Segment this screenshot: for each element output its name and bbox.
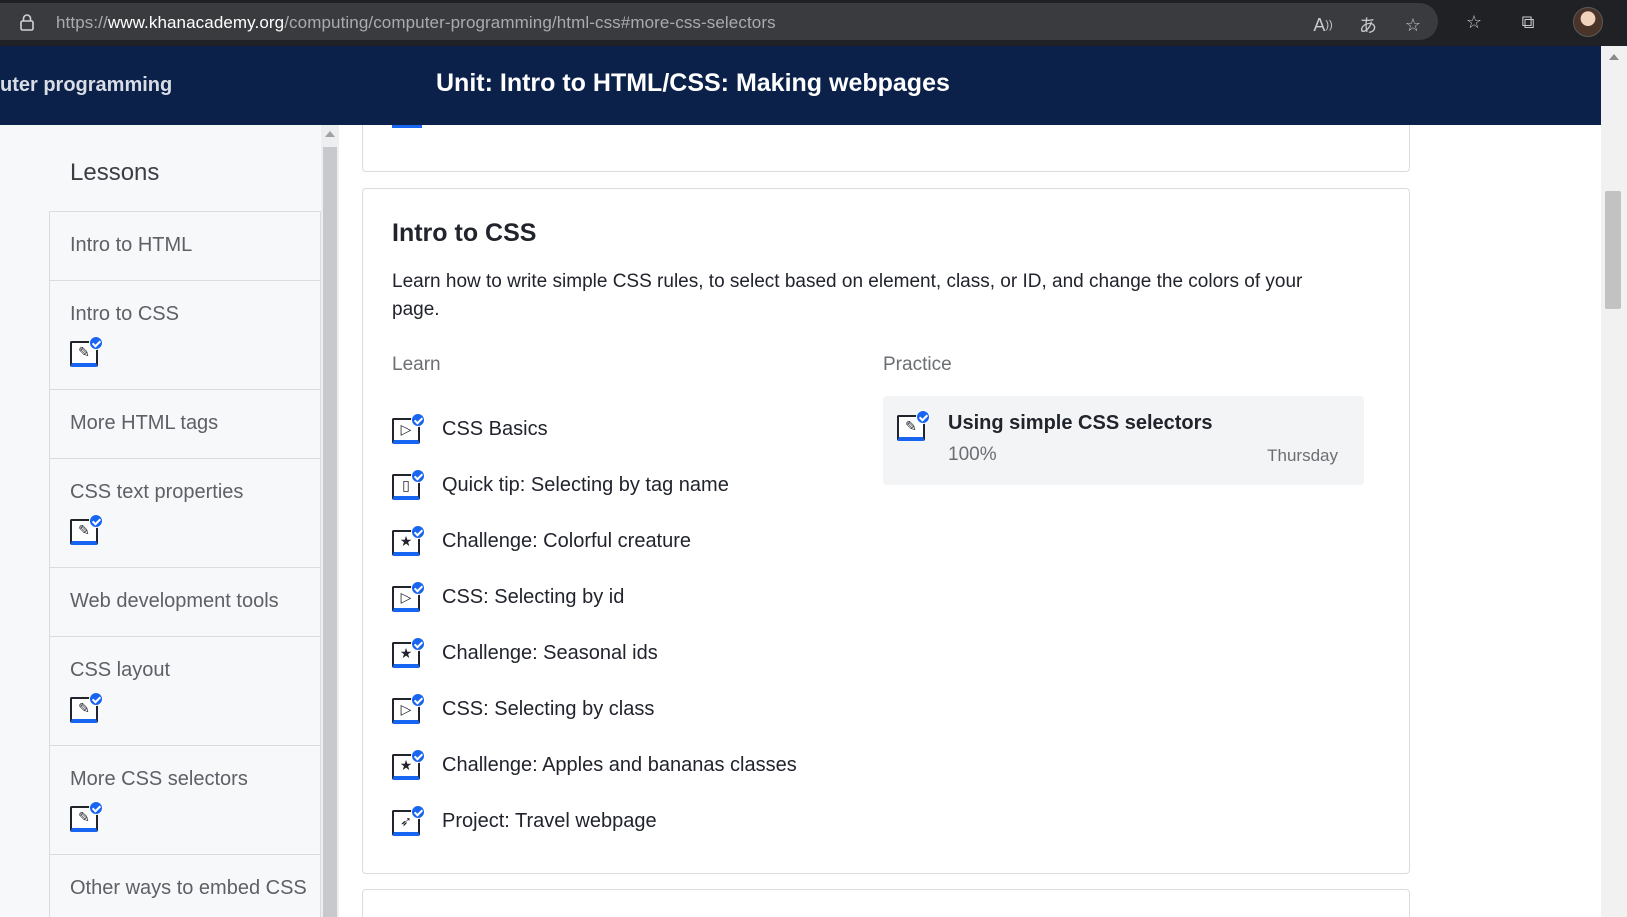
practice-score: 100% <box>948 444 997 465</box>
learn-list: ▷ CSS Basics ▯ Quick tip: Selecting by tag … <box>392 401 852 849</box>
check-badge-icon <box>411 637 425 651</box>
unit-header: uter programming Unit: Intro to HTML/CSS… <box>0 46 1601 125</box>
pencil-icon: ✎ <box>70 336 103 368</box>
read-aloud-icon[interactable]: A)) <box>1311 13 1335 37</box>
sidebar-lesson-item[interactable]: Intro to CSS ✎ <box>49 280 321 389</box>
sidebar-lesson-item[interactable]: CSS layout ✎ <box>49 636 321 745</box>
check-badge-icon <box>411 581 425 595</box>
url-text[interactable]: https://www.khanacademy.org/computing/co… <box>56 13 776 33</box>
learn-item-label: Challenge: Seasonal ids <box>442 641 658 664</box>
challenge-star-icon: ★ <box>392 637 425 669</box>
pencil-icon: ✎ <box>897 410 930 442</box>
sidebar-lesson-item[interactable]: Web development tools <box>49 567 321 636</box>
sidebar-lesson-label: CSS text properties <box>70 481 244 503</box>
check-badge-icon <box>89 514 103 528</box>
learn-item[interactable]: ▷ CSS: Selecting by id <box>392 569 852 625</box>
check-badge-icon <box>411 413 425 427</box>
sidebar-lesson-item[interactable]: More CSS selectors ✎ <box>49 745 321 854</box>
sidebar-lesson-label: More CSS selectors <box>70 768 248 790</box>
learn-item-label: Challenge: Apples and bananas classes <box>442 753 797 776</box>
learn-heading: Learn <box>392 354 441 375</box>
next-lesson-card <box>362 889 1410 917</box>
previous-card-icon <box>392 125 422 128</box>
previous-lesson-card <box>362 125 1410 172</box>
url-host: www.khanacademy.org <box>107 13 285 32</box>
url-path: /computing/computer-programming/html-css… <box>284 13 776 32</box>
check-badge-icon <box>89 692 103 706</box>
video-icon: ▷ <box>392 581 425 613</box>
learn-item-label: CSS: Selecting by id <box>442 585 625 608</box>
sidebar-lesson-item[interactable]: Intro to HTML <box>49 211 321 280</box>
address-bar[interactable]: https://www.khanacademy.org/computing/co… <box>0 3 1438 40</box>
learn-item[interactable]: ★ Challenge: Seasonal ids <box>392 625 852 681</box>
collections-icon[interactable]: ⧉ <box>1516 10 1540 34</box>
practice-title: Using simple CSS selectors <box>948 412 1213 434</box>
learn-item-label: CSS Basics <box>442 417 548 440</box>
video-icon: ▷ <box>392 413 425 445</box>
sidebar-lesson-label: Other ways to embed CSS <box>70 877 307 899</box>
page-body: Lessons Intro to HTML Intro to CSS ✎ More H… <box>0 125 1601 917</box>
learn-item-label: Quick tip: Selecting by tag name <box>442 473 729 496</box>
lessons-sidebar: Lessons Intro to HTML Intro to CSS ✎ More H… <box>0 125 339 917</box>
scroll-up-arrow-icon[interactable] <box>325 131 335 137</box>
window-scrollbar[interactable] <box>1601 46 1627 917</box>
learn-item-label: CSS: Selecting by class <box>442 697 655 720</box>
check-badge-icon <box>411 525 425 539</box>
article-icon: ▯ <box>392 469 425 501</box>
learn-item[interactable]: ★ Challenge: Apples and bananas classes <box>392 737 852 793</box>
practice-heading: Practice <box>883 354 952 375</box>
sidebar-lesson-item[interactable]: More HTML tags <box>49 389 321 458</box>
check-badge-icon <box>89 801 103 815</box>
pencil-icon: ✎ <box>70 514 103 546</box>
check-badge-icon <box>89 336 103 350</box>
unit-title: Unit: Intro to HTML/CSS: Making webpages <box>436 69 950 97</box>
learn-item[interactable]: ▷ CSS Basics <box>392 401 852 457</box>
learn-item-label: Challenge: Colorful creature <box>442 529 692 552</box>
pencil-icon: ✎ <box>70 692 103 724</box>
window-scroll-up-icon[interactable] <box>1609 54 1619 60</box>
practice-date: Thursday <box>1267 446 1338 465</box>
sidebar-lesson-label: More HTML tags <box>70 412 219 434</box>
translate-icon[interactable]: あ <box>1356 13 1380 37</box>
learn-item[interactable]: ★ Challenge: Colorful creature <box>392 513 852 569</box>
lesson-card-intro-to-css: Intro to CSS Learn how to write simple C… <box>362 188 1410 874</box>
learn-item[interactable]: ➶ Project: Travel webpage <box>392 793 852 849</box>
practice-exercise[interactable]: ✎ Using simple CSS selectors 100% Thursd… <box>883 396 1364 485</box>
sidebar-lesson-label: Web development tools <box>70 590 279 612</box>
sidebar-lesson-item[interactable]: Other ways to embed CSS <box>49 854 321 917</box>
lesson-description: Learn how to write simple CSS rules, to … <box>392 271 1303 320</box>
pencil-icon: ✎ <box>70 801 103 833</box>
browser-toolbar: https://www.khanacademy.org/computing/co… <box>0 0 1627 46</box>
check-badge-icon <box>411 749 425 763</box>
learn-item[interactable]: ▷ CSS: Selecting by class <box>392 681 852 737</box>
lock-icon[interactable] <box>18 13 36 31</box>
sidebar-scrollbar[interactable] <box>321 125 339 917</box>
sidebar-scroll-thumb[interactable] <box>323 147 337 917</box>
lesson-title[interactable]: Intro to CSS <box>392 219 536 248</box>
url-prefix: https:// <box>56 13 108 32</box>
favorites-icon[interactable]: ☆ <box>1462 10 1486 34</box>
challenge-star-icon: ★ <box>392 525 425 557</box>
project-rocket-icon: ➶ <box>392 805 425 837</box>
sidebar-lesson-label: Intro to CSS <box>70 303 179 325</box>
check-badge-icon <box>411 693 425 707</box>
learn-item[interactable]: ▯ Quick tip: Selecting by tag name <box>392 457 852 513</box>
check-badge-icon <box>916 410 930 424</box>
profile-avatar[interactable] <box>1573 7 1603 37</box>
check-badge-icon <box>411 805 425 819</box>
check-badge-icon <box>411 469 425 483</box>
lessons-heading: Lessons <box>70 159 160 186</box>
challenge-star-icon: ★ <box>392 749 425 781</box>
window-scroll-thumb[interactable] <box>1605 191 1621 309</box>
main-content: Intro to CSS Learn how to write simple C… <box>339 125 1601 917</box>
learn-item-label: Project: Travel webpage <box>442 809 657 832</box>
add-favorite-icon[interactable]: ☆ <box>1401 13 1425 37</box>
sidebar-lesson-label: CSS layout <box>70 659 171 681</box>
sidebar-lesson-label: Intro to HTML <box>70 234 193 256</box>
video-icon: ▷ <box>392 693 425 725</box>
course-breadcrumb[interactable]: uter programming <box>0 74 172 97</box>
sidebar-lesson-item[interactable]: CSS text properties ✎ <box>49 458 321 567</box>
lesson-list: Intro to HTML Intro to CSS ✎ More HTML tags… <box>49 211 321 917</box>
